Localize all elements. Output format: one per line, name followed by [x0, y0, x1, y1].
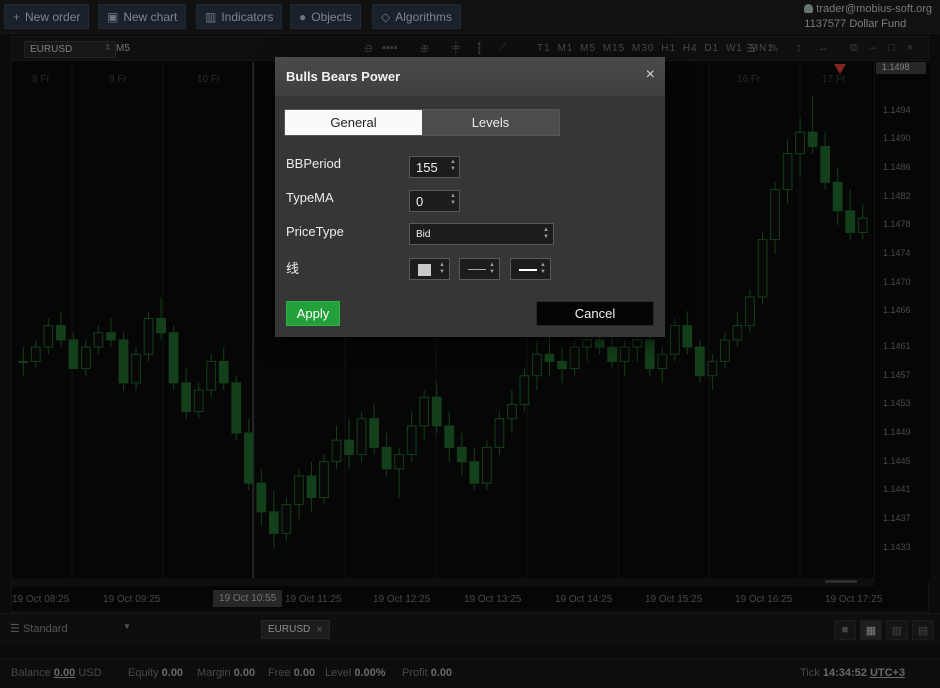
bbperiod-stepper[interactable]: 155 ▲ ▼ [409, 156, 460, 178]
chevron-updown-icon: ▲ ▼ [439, 262, 445, 275]
typema-stepper[interactable]: 0 ▲ ▼ [409, 190, 460, 212]
indicator-settings-dialog: Bulls Bears Power × General Levels BBPer… [275, 57, 665, 337]
color-swatch [418, 264, 431, 276]
trading-terminal: + New order ▣ New chart ▥ Indicators ● O… [0, 0, 940, 688]
line-style-label: 线 [286, 261, 300, 276]
stepper-arrows-icon[interactable]: ▲ ▼ [450, 159, 456, 173]
line-width-sample [519, 269, 537, 271]
chevron-updown-icon: ▲ ▼ [543, 227, 549, 240]
chevron-updown-icon: ▲ ▼ [489, 262, 495, 275]
typema-label: TypeMA [286, 190, 334, 205]
pricetype-select[interactable]: Bid ▲ ▼ [409, 223, 554, 245]
cancel-button[interactable]: Cancel [536, 301, 654, 326]
dialog-header: Bulls Bears Power × [275, 57, 665, 96]
bbperiod-value: 155 [416, 160, 438, 175]
close-icon[interactable]: × [646, 66, 655, 84]
pricetype-value: Bid [416, 229, 431, 240]
line-width-select[interactable]: ▲ ▼ [510, 258, 551, 280]
dialog-tabs: General Levels [284, 109, 560, 136]
pricetype-label: PriceType [286, 224, 344, 239]
line-color-picker[interactable]: ▲ ▼ [409, 258, 450, 280]
stepper-arrows-icon[interactable]: ▲ ▼ [450, 193, 456, 207]
apply-button[interactable]: Apply [286, 301, 340, 326]
dialog-title: Bulls Bears Power [286, 69, 401, 84]
tab-levels[interactable]: Levels [422, 110, 559, 135]
typema-value: 0 [416, 194, 424, 209]
chevron-updown-icon: ▲ ▼ [540, 262, 546, 275]
line-style-sample [468, 269, 486, 270]
tab-general[interactable]: General [285, 110, 422, 135]
bbperiod-label: BBPeriod [286, 156, 341, 171]
line-style-select[interactable]: ▲ ▼ [459, 258, 500, 280]
